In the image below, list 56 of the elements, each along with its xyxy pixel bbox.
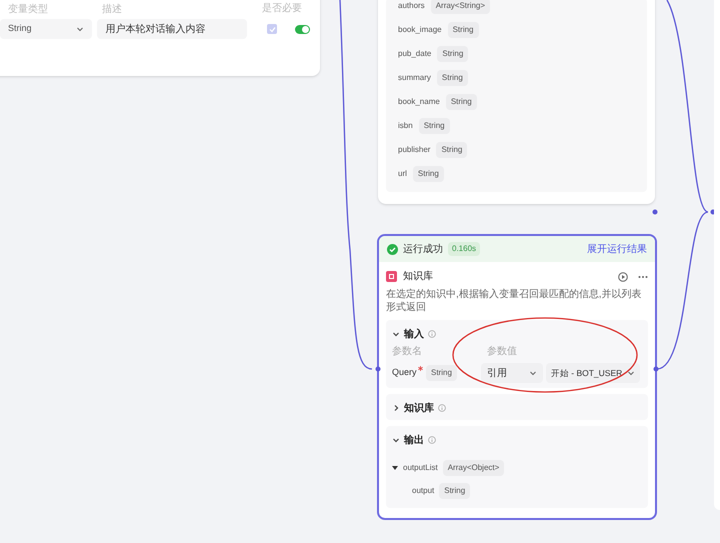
chevron-right-icon[interactable] xyxy=(392,404,400,412)
field-name: authors xyxy=(398,0,425,12)
type-tag: Array<Object> xyxy=(442,460,504,476)
type-tag: String xyxy=(448,22,478,38)
expand-results-link[interactable]: 展开运行结果 xyxy=(587,242,647,256)
port-dot[interactable] xyxy=(652,210,658,214)
duration-tag: 0.160s xyxy=(448,242,480,256)
checkbox[interactable] xyxy=(267,24,277,34)
column-header: 描述 xyxy=(102,2,123,16)
more-icon[interactable] xyxy=(638,274,648,278)
info-icon xyxy=(428,436,436,444)
field-name: output xyxy=(412,484,434,496)
section-title: 知识库 xyxy=(404,401,434,416)
field-name: url xyxy=(398,168,407,180)
play-icon[interactable] xyxy=(618,272,628,282)
section-title: 输入 xyxy=(404,328,424,342)
description-field[interactable]: 用户本轮对话输入内容 xyxy=(97,19,248,39)
column-header: 参数值 xyxy=(487,344,517,359)
success-check-icon xyxy=(387,244,398,254)
info-icon xyxy=(428,330,436,338)
field-name: pub_date xyxy=(398,48,432,60)
type-tag: String xyxy=(426,365,457,381)
status-text: 运行成功 xyxy=(403,242,443,256)
type-tag: String xyxy=(446,94,477,110)
info-icon xyxy=(438,404,446,412)
column-header: 变量类型 xyxy=(7,2,49,16)
node-title: 知识库 xyxy=(403,270,433,284)
type-tag: String xyxy=(437,46,468,62)
field-name: isbn xyxy=(398,120,413,132)
type-tag: String xyxy=(418,118,450,134)
field-name: summary xyxy=(398,72,431,84)
column-header: 参数名 xyxy=(392,344,423,359)
chevron-down-icon xyxy=(626,369,635,377)
field-name: outputList xyxy=(403,462,438,474)
type-tag: String xyxy=(439,482,470,498)
field-name: publisher xyxy=(398,144,430,156)
node-description: 在选定的知识中,根据输入变量召回最匹配的信息,并以列表形式返回 xyxy=(385,288,643,314)
tree-toggle-icon[interactable] xyxy=(392,464,398,470)
chevron-down-icon[interactable] xyxy=(392,330,400,338)
field-name: book_image xyxy=(398,24,442,36)
knowledge-icon xyxy=(386,271,397,282)
type-tag: String xyxy=(436,142,468,158)
type-tag: String xyxy=(412,166,444,182)
chevron-down-icon[interactable] xyxy=(392,436,400,444)
chevron-down-icon xyxy=(528,369,537,377)
param-name: Query xyxy=(392,366,417,380)
chevron-down-icon xyxy=(76,25,84,33)
type-tag: Array<String> xyxy=(430,0,490,14)
section-title: 输出 xyxy=(404,434,424,448)
type-tag: String xyxy=(436,70,468,86)
variable-select[interactable]: 开始 - BOT_USER xyxy=(546,363,640,383)
field-name: book_name xyxy=(398,96,440,108)
source-select[interactable]: 引用 xyxy=(480,363,543,383)
type-select[interactable]: String xyxy=(0,19,92,39)
toggle-switch[interactable] xyxy=(294,24,310,34)
column-header: 是否必要 xyxy=(262,2,302,16)
